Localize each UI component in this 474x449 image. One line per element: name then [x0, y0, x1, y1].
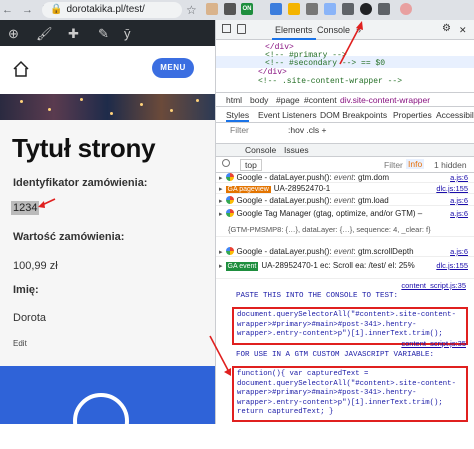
google-icon — [225, 209, 234, 217]
address-bar[interactable]: 🔒 dorotakika.pl/test/ — [42, 2, 182, 18]
extension-on-badge[interactable]: ON — [241, 3, 253, 15]
source-link[interactable]: content_script.js:35 — [216, 281, 474, 290]
breadcrumb-item[interactable]: #page — [276, 95, 300, 105]
close-icon[interactable]: ✕ — [459, 25, 467, 36]
log-level-select[interactable]: Info — [406, 159, 425, 169]
wordpress-icon[interactable]: ⊕ — [8, 26, 19, 42]
tab-properties[interactable]: Properties — [393, 110, 432, 120]
source-link[interactable]: a.js:6 — [450, 196, 468, 205]
bookmark-star-icon[interactable]: ☆ — [186, 3, 197, 17]
styles-filter-buttons[interactable]: :hov .cls + — [288, 125, 327, 135]
source-link[interactable]: a.js:6 — [450, 209, 468, 218]
menu-button[interactable]: MENU — [152, 58, 194, 78]
adblock-icon[interactable] — [306, 3, 318, 15]
edit-link[interactable]: Edit — [13, 339, 27, 348]
lock-icon: 🔒 — [50, 4, 63, 15]
styles-filter-input[interactable]: Filter — [230, 125, 249, 135]
order-id-value: 1234 — [11, 201, 40, 215]
console-object[interactable]: {GTM-PMSMP8: {…}, dataLayer: {…}, sequen… — [216, 225, 474, 237]
tab-event-listeners[interactable]: Event Listeners — [258, 110, 317, 120]
code-snippet-gtm[interactable]: function(){ var capturedText = document.… — [232, 366, 468, 422]
breadcrumb-item[interactable]: html — [226, 95, 242, 105]
dom-node[interactable]: </div> — [258, 68, 287, 77]
console-row[interactable]: ▸ Google - dataLayer.push(): event: gtm.s… — [216, 247, 474, 257]
profile-avatar-icon[interactable] — [206, 3, 218, 15]
drawer-tab-issues[interactable]: Issues — [284, 145, 309, 155]
extension-icon[interactable] — [224, 3, 236, 15]
source-link[interactable]: content_script.js:35 — [216, 339, 474, 348]
extension-icon[interactable] — [342, 3, 354, 15]
more-tabs-icon[interactable]: » — [356, 25, 361, 35]
customize-icon[interactable]: 🖌 — [36, 26, 53, 42]
source-link[interactable]: dlc.js:155 — [436, 184, 468, 193]
puzzle-icon[interactable] — [378, 3, 390, 15]
name-label: Imię: — [13, 284, 39, 296]
dom-comment-selected[interactable]: <!-- #secondary --> == $0 — [265, 59, 385, 68]
tab-elements[interactable]: Elements — [272, 20, 316, 40]
extension-icon[interactable] — [324, 3, 336, 15]
source-link[interactable]: dlc.js:155 — [436, 261, 468, 270]
device-toolbar-icon[interactable] — [237, 24, 246, 34]
drawer-tabbar: Console Issues — [216, 143, 474, 157]
breadcrumb-item[interactable]: #content — [304, 95, 337, 105]
console-row[interactable]: ▸ Google - dataLayer.push(): event: gtm.d… — [216, 173, 474, 183]
tab-accessibility[interactable]: Accessibility — [436, 110, 474, 120]
console-row[interactable]: ▸ GA event UA-28952470-1 ec: Scroll ea: /t… — [216, 261, 474, 279]
dom-comment[interactable]: <!-- .site-content-wrapper --> — [258, 77, 402, 86]
gtm-heading: FOR USE IN A GTM CUSTOM JAVASCRIPT VARIA… — [236, 351, 435, 359]
breadcrumb: html body #page #content div.site-conten… — [216, 92, 474, 107]
circle-graphic — [73, 393, 129, 449]
google-icon — [225, 247, 234, 255]
drawer-tab-console[interactable]: Console — [245, 145, 276, 155]
selector-extension-icon[interactable] — [360, 3, 372, 15]
breadcrumb-item-active[interactable]: div.site-content-wrapper — [340, 95, 430, 105]
console-row[interactable]: ▸ Google - dataLayer.push(): event: gtm.l… — [216, 196, 474, 206]
console-row[interactable]: ▸ Google Tag Manager (gtag, optimize, and… — [216, 209, 474, 219]
ga-pageview-badge: GA pageview — [225, 186, 271, 193]
order-value: 100,99 zł — [13, 260, 58, 272]
console-toolbar: top Filter Info 1 hidden — [216, 157, 474, 173]
styles-filter-row: Filter :hov .cls + — [216, 123, 474, 137]
source-link[interactable]: a.js:6 — [450, 173, 468, 182]
tag-assistant-icon[interactable] — [270, 3, 282, 15]
home-icon[interactable] — [12, 60, 30, 78]
source-link[interactable]: a.js:6 — [450, 247, 468, 256]
inspect-icon[interactable] — [222, 24, 231, 33]
ga-event-badge: GA event — [225, 262, 259, 271]
tab-console[interactable]: Console — [317, 25, 350, 35]
user-avatar-icon[interactable] — [400, 3, 412, 15]
new-post-icon[interactable]: ✚ — [68, 26, 79, 42]
google-icon — [225, 196, 234, 204]
clear-console-icon[interactable] — [222, 159, 230, 167]
url-text: dorotakika.pl/test/ — [66, 4, 145, 15]
order-value-label: Wartość zamówienia: — [13, 231, 125, 243]
settings-icon[interactable]: ⚙ — [442, 23, 451, 34]
hero-image — [0, 94, 215, 120]
tab-dom-breakpoints[interactable]: DOM Breakpoints — [320, 110, 387, 120]
hidden-count: 1 hidden — [434, 160, 467, 170]
breadcrumb-item[interactable]: body — [250, 95, 268, 105]
edit-icon[interactable]: ✎ — [98, 26, 109, 42]
order-id-label: Identyfikator zamówienia: — [13, 177, 148, 189]
analytics-icon[interactable] — [288, 3, 300, 15]
console-row[interactable]: ▸ GA pageview UA-28952470-1 dlc.js:155 — [216, 184, 474, 194]
tab-styles[interactable]: Styles — [226, 110, 250, 122]
page-title: Tytuł strony — [12, 133, 156, 163]
name-value: Dorota — [13, 312, 47, 324]
console-filter-input[interactable]: Filter — [384, 160, 403, 170]
yoast-icon[interactable]: ȳ — [124, 26, 131, 41]
google-icon — [225, 173, 234, 181]
paste-heading: PASTE THIS INTO THE CONSOLE TO TEST: — [236, 292, 399, 300]
context-select[interactable]: top — [240, 159, 262, 171]
styles-tabbar: Styles Event Listeners DOM Breakpoints P… — [216, 107, 474, 123]
